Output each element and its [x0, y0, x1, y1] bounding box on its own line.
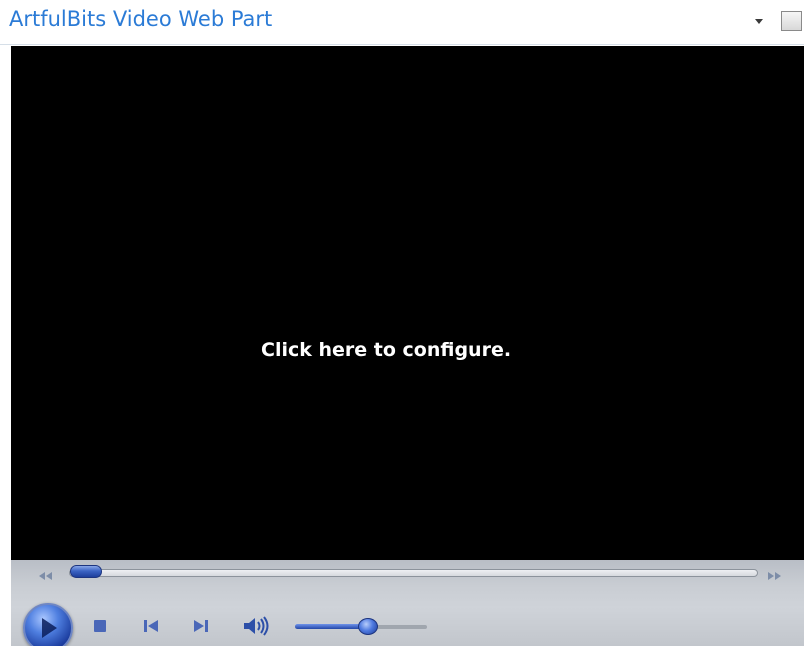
- next-track-icon: [194, 620, 208, 632]
- video-display[interactable]: Click here to configure.: [11, 46, 804, 560]
- previous-button[interactable]: [141, 618, 161, 634]
- web-part-header: ArtfulBits Video Web Part: [0, 0, 804, 44]
- previous-track-icon: [144, 620, 158, 632]
- dropdown-arrow-icon[interactable]: [752, 14, 766, 28]
- mute-button[interactable]: [241, 615, 273, 637]
- next-button[interactable]: [191, 618, 211, 634]
- web-part: ArtfulBits Video Web Part Click here to …: [0, 0, 804, 646]
- volume-fill: [295, 624, 368, 629]
- seek-row: [11, 560, 804, 588]
- player-buttons: [11, 588, 804, 646]
- checkbox-icon: [781, 11, 802, 31]
- stop-button[interactable]: [92, 618, 108, 634]
- fast-forward-icon[interactable]: [767, 566, 783, 580]
- seek-bar[interactable]: [69, 569, 758, 577]
- stop-icon: [94, 620, 106, 632]
- play-icon: [42, 618, 57, 638]
- rewind-icon[interactable]: [37, 566, 53, 580]
- volume-thumb[interactable]: [357, 618, 378, 635]
- video-player: Click here to configure.: [11, 46, 804, 646]
- play-button[interactable]: [23, 603, 73, 646]
- player-control-bar: [11, 560, 804, 646]
- seek-thumb[interactable]: [70, 565, 102, 578]
- web-part-title[interactable]: ArtfulBits Video Web Part: [9, 7, 272, 31]
- volume-speaker-icon: [244, 616, 269, 636]
- configure-link[interactable]: Click here to configure.: [261, 339, 511, 361]
- web-part-select-checkbox[interactable]: [781, 11, 804, 33]
- header-divider: [0, 44, 804, 45]
